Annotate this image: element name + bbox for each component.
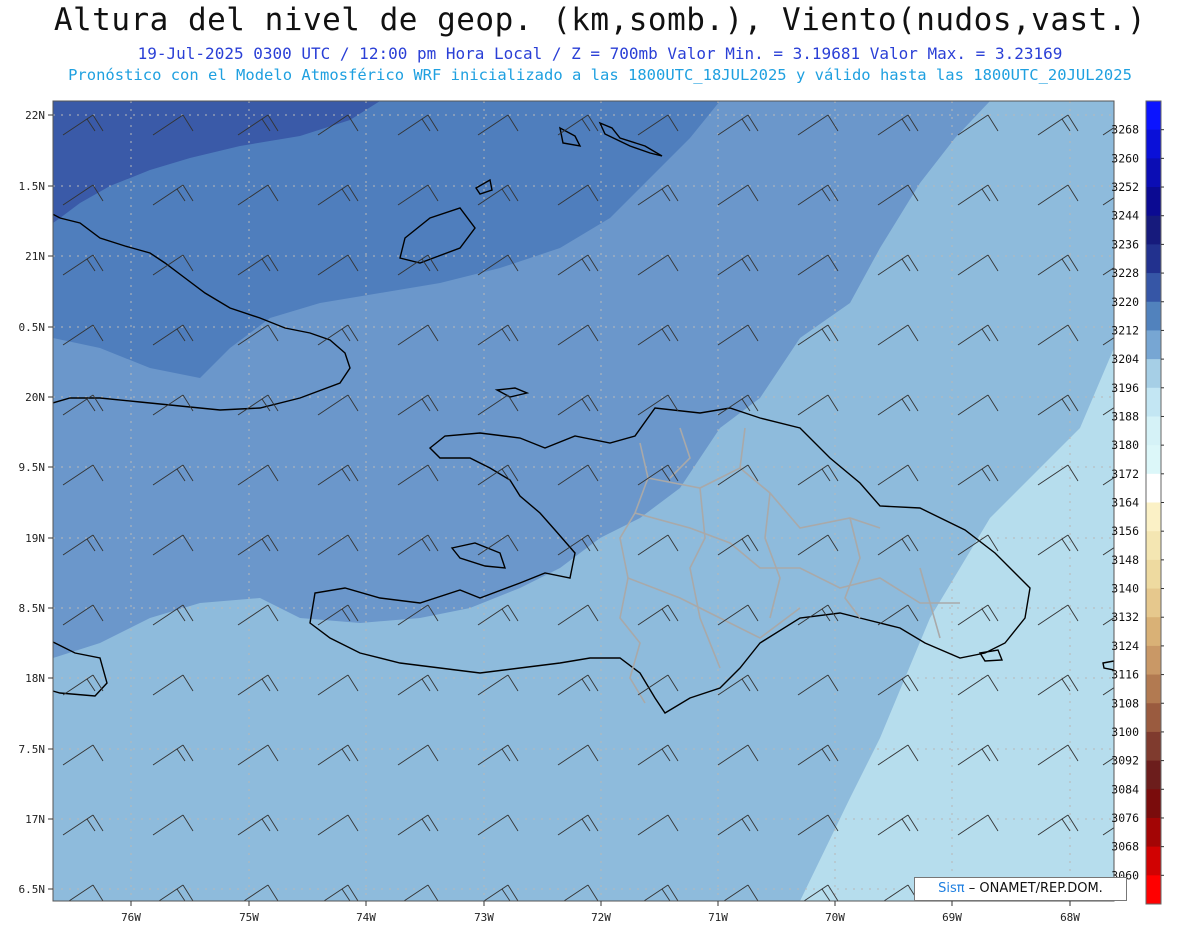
colorbar-label: 3196 <box>1111 381 1139 395</box>
colorbar-label: 3244 <box>1111 209 1139 223</box>
colorbar-label: 3100 <box>1111 725 1139 739</box>
longitude-label: 69W <box>942 911 962 924</box>
colorbar-label: 3164 <box>1111 496 1139 510</box>
latitude-label: 7.5N <box>19 743 46 756</box>
colorbar-swatch <box>1146 215 1161 245</box>
colorbar-swatch <box>1146 502 1161 532</box>
colorbar-label: 3180 <box>1111 438 1139 452</box>
longitude-label: 70W <box>825 911 845 924</box>
colorbar-label: 3148 <box>1111 553 1139 567</box>
forecast-map: 22N 1.5N 21N 0.5N 20N 9.5N 19N 8.5N 18N 7.5N 17N 6.… <box>19 100 1164 924</box>
colorbar-label: 3172 <box>1111 467 1139 481</box>
colorbar-label: 3212 <box>1111 323 1139 337</box>
colorbar-swatch <box>1146 273 1161 303</box>
latitude-label: 6.5N <box>19 883 46 896</box>
latitude-label: 17N <box>25 813 45 826</box>
colorbar-swatch <box>1146 559 1161 590</box>
longitude-label: 76W <box>121 911 141 924</box>
colorbar-label: 3236 <box>1111 237 1139 251</box>
colorbar-swatch <box>1146 645 1161 676</box>
colorbar-swatch <box>1146 129 1161 159</box>
colorbar-swatch <box>1146 789 1161 819</box>
latitude-label: 9.5N <box>19 461 46 474</box>
colorbar-label: 3116 <box>1111 668 1139 682</box>
latitude-label: 1.5N <box>19 180 46 193</box>
colorbar-label: 3092 <box>1111 754 1139 768</box>
longitude-label: 72W <box>591 911 611 924</box>
longitude-axis: 76W 75W 74W 73W 72W 71W 70W 69W 68W <box>121 901 1080 924</box>
colorbar-label: 3260 <box>1111 151 1139 165</box>
colorbar-swatch <box>1146 588 1161 618</box>
geopotential-shading <box>53 101 1114 901</box>
colorbar-label: 3076 <box>1111 811 1139 825</box>
latitude-axis: 22N 1.5N 21N 0.5N 20N 9.5N 19N 8.5N 18N 7.5N 17N 6.… <box>19 109 53 896</box>
colorbar-swatch <box>1146 158 1161 188</box>
colorbar-label: 3220 <box>1111 295 1139 309</box>
colorbar-label: 3084 <box>1111 782 1139 796</box>
latitude-label: 0.5N <box>19 321 46 334</box>
colorbar-swatch <box>1146 187 1161 217</box>
credit-text: – ONAMET/REP.DOM. <box>968 881 1103 896</box>
colorbar-label: 3068 <box>1111 840 1139 854</box>
colorbar-swatch <box>1146 244 1161 274</box>
sispi-logo: Sisπ <box>938 881 965 896</box>
colorbar-label: 3156 <box>1111 524 1139 538</box>
latitude-label: 20N <box>25 391 45 404</box>
colorbar-swatch <box>1146 101 1161 131</box>
longitude-label: 75W <box>239 911 259 924</box>
colorbar-label: 3132 <box>1111 610 1139 624</box>
latitude-label: 8.5N <box>19 602 46 615</box>
colorbar-swatch <box>1146 416 1161 446</box>
latitude-label: 21N <box>25 250 45 263</box>
colorbar-swatch <box>1146 674 1161 704</box>
colorbar-swatch <box>1146 330 1161 360</box>
colorbar-label: 3124 <box>1111 639 1139 653</box>
colorbar-swatch <box>1146 301 1161 331</box>
colorbar-swatch <box>1146 359 1161 389</box>
colorbar: 3268 3260 3252 3244 3236 3228 3220 3212 3204 3196… <box>1111 100 1164 905</box>
latitude-label: 22N <box>25 109 45 122</box>
colorbar-swatch <box>1146 703 1161 733</box>
colorbar-label: 3140 <box>1111 582 1139 596</box>
credit-box: Sisπ – ONAMET/REP.DOM. <box>914 877 1127 901</box>
colorbar-swatch <box>1146 817 1161 848</box>
colorbar-swatch <box>1146 617 1161 647</box>
model-info-line: Pronóstico con el Modelo Atmosférico WRF… <box>68 66 1132 84</box>
colorbar-swatch <box>1146 445 1161 475</box>
colorbar-swatch <box>1146 387 1161 417</box>
colorbar-label: 3204 <box>1111 352 1139 366</box>
colorbar-label: 3228 <box>1111 266 1139 280</box>
colorbar-swatch <box>1146 473 1161 503</box>
colorbar-swatch <box>1146 731 1161 762</box>
latitude-label: 19N <box>25 532 45 545</box>
colorbar-label: 3252 <box>1111 180 1139 194</box>
colorbar-label: 3188 <box>1111 409 1139 423</box>
valid-time-subtitle: 19-Jul-2025 0300 UTC / 12:00 pm Hora Loc… <box>137 44 1063 63</box>
colorbar-label: 3108 <box>1111 696 1139 710</box>
longitude-label: 68W <box>1060 911 1080 924</box>
colorbar-swatch <box>1146 846 1161 876</box>
colorbar-swatch <box>1146 760 1161 790</box>
map-title: Altura del nivel de geop. (km,somb.), Vi… <box>53 2 1147 38</box>
longitude-label: 71W <box>708 911 728 924</box>
longitude-label: 73W <box>474 911 494 924</box>
colorbar-swatch <box>1146 875 1161 905</box>
latitude-label: 18N <box>25 672 45 685</box>
colorbar-swatch <box>1146 531 1161 561</box>
longitude-label: 74W <box>356 911 376 924</box>
colorbar-label: 3268 <box>1111 123 1139 137</box>
